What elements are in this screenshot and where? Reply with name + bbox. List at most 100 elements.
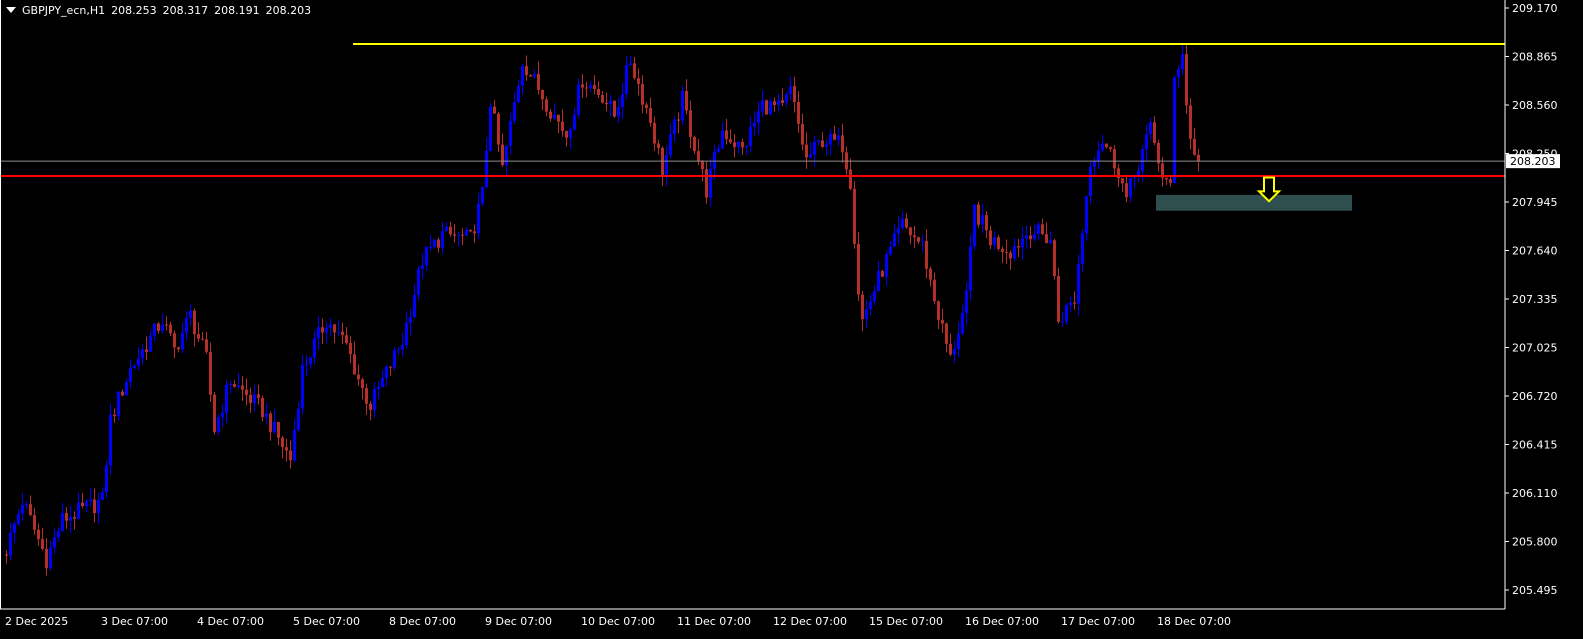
candle-body <box>1157 143 1160 164</box>
candle <box>1045 222 1048 244</box>
candle-body <box>441 231 444 248</box>
candle <box>641 75 644 114</box>
candle <box>97 492 100 524</box>
candle <box>609 94 612 117</box>
price-axis[interactable]: 209.170208.865208.560208.250207.945207.6… <box>1505 2 1560 597</box>
candle-body <box>373 389 376 410</box>
candle-body <box>121 391 124 396</box>
candle <box>1101 134 1104 153</box>
candle <box>737 141 740 154</box>
candle <box>385 363 388 387</box>
time-tick-label: 2 Dec 2025 <box>5 615 68 628</box>
candle <box>1081 229 1084 272</box>
candle <box>597 81 600 98</box>
candle-body <box>317 327 320 339</box>
candle-body <box>909 227 912 236</box>
candle-body <box>193 310 196 335</box>
candle-body <box>1009 252 1012 259</box>
candle <box>821 132 824 148</box>
candle-body <box>645 104 648 109</box>
candle-body <box>465 229 468 236</box>
candle <box>73 511 76 530</box>
candle-body <box>981 215 984 225</box>
candle-body <box>377 387 380 390</box>
candle-body <box>421 265 424 269</box>
candle-body <box>369 403 372 410</box>
candle-body <box>885 254 888 277</box>
candle <box>45 538 48 576</box>
time-tick-label: 3 Dec 07:00 <box>101 615 168 628</box>
candle <box>529 73 532 77</box>
dropdown-triangle-icon[interactable] <box>6 7 16 13</box>
candle <box>521 64 524 95</box>
candle <box>605 92 608 112</box>
candle <box>781 88 784 107</box>
candle-body <box>929 268 932 280</box>
candle-body <box>461 234 464 236</box>
candle <box>105 460 108 499</box>
candle-body <box>937 301 940 320</box>
candle-body <box>525 66 528 76</box>
candle <box>813 135 816 167</box>
time-tick-label: 16 Dec 07:00 <box>965 615 1039 628</box>
candle <box>761 90 764 117</box>
time-axis[interactable]: 2 Dec 2025 3 Dec 07:00 4 Dec 07:00 5 Dec 07… <box>5 609 1231 628</box>
candle-body <box>925 240 928 269</box>
candle <box>633 56 636 80</box>
candle-body <box>781 100 784 103</box>
candle <box>397 347 400 355</box>
candle <box>881 269 884 278</box>
candle-body <box>157 323 160 331</box>
candle-body <box>729 139 732 143</box>
candle <box>961 304 964 336</box>
candle <box>937 300 940 330</box>
candle-body <box>69 517 72 521</box>
candle <box>213 392 216 435</box>
candle <box>489 102 492 152</box>
price-tick-label: 206.110 <box>1512 487 1558 500</box>
candle-body <box>33 515 36 530</box>
candle <box>969 234 972 301</box>
candle-body <box>633 63 636 79</box>
candle <box>173 330 176 359</box>
candle <box>1017 239 1020 258</box>
candle-body <box>169 324 172 334</box>
candle <box>713 144 716 180</box>
candle <box>157 321 160 334</box>
price-chart[interactable]: 209.170208.865208.560208.250207.945207.6… <box>0 0 1583 639</box>
candle <box>601 90 604 104</box>
candle <box>933 272 936 305</box>
candle-body <box>1021 238 1024 248</box>
candle <box>985 211 988 239</box>
candle <box>717 144 720 154</box>
candle <box>757 101 760 135</box>
candle-body <box>41 539 44 549</box>
candle-body <box>1185 54 1188 106</box>
candle <box>381 370 384 388</box>
candle-body <box>521 66 524 86</box>
candle-body <box>345 335 348 344</box>
candle <box>1125 174 1128 203</box>
candle <box>57 526 60 542</box>
candle <box>17 509 20 526</box>
candle <box>193 308 196 347</box>
candle <box>13 521 16 544</box>
candle-body <box>45 548 48 569</box>
candle-body <box>501 144 504 166</box>
candle <box>545 96 548 117</box>
candle-body <box>61 512 64 532</box>
candle <box>121 389 124 397</box>
candle-body <box>253 394 256 404</box>
candle <box>729 129 732 145</box>
candle-body <box>1037 224 1040 235</box>
candle <box>825 139 828 156</box>
candle <box>417 265 420 301</box>
candle-body <box>161 324 164 331</box>
candle-body <box>517 85 520 103</box>
candle-body <box>657 143 660 148</box>
candle-body <box>165 324 168 326</box>
candle <box>661 146 664 187</box>
candle-body <box>949 343 952 355</box>
candle-body <box>953 349 956 355</box>
candle <box>581 73 584 98</box>
